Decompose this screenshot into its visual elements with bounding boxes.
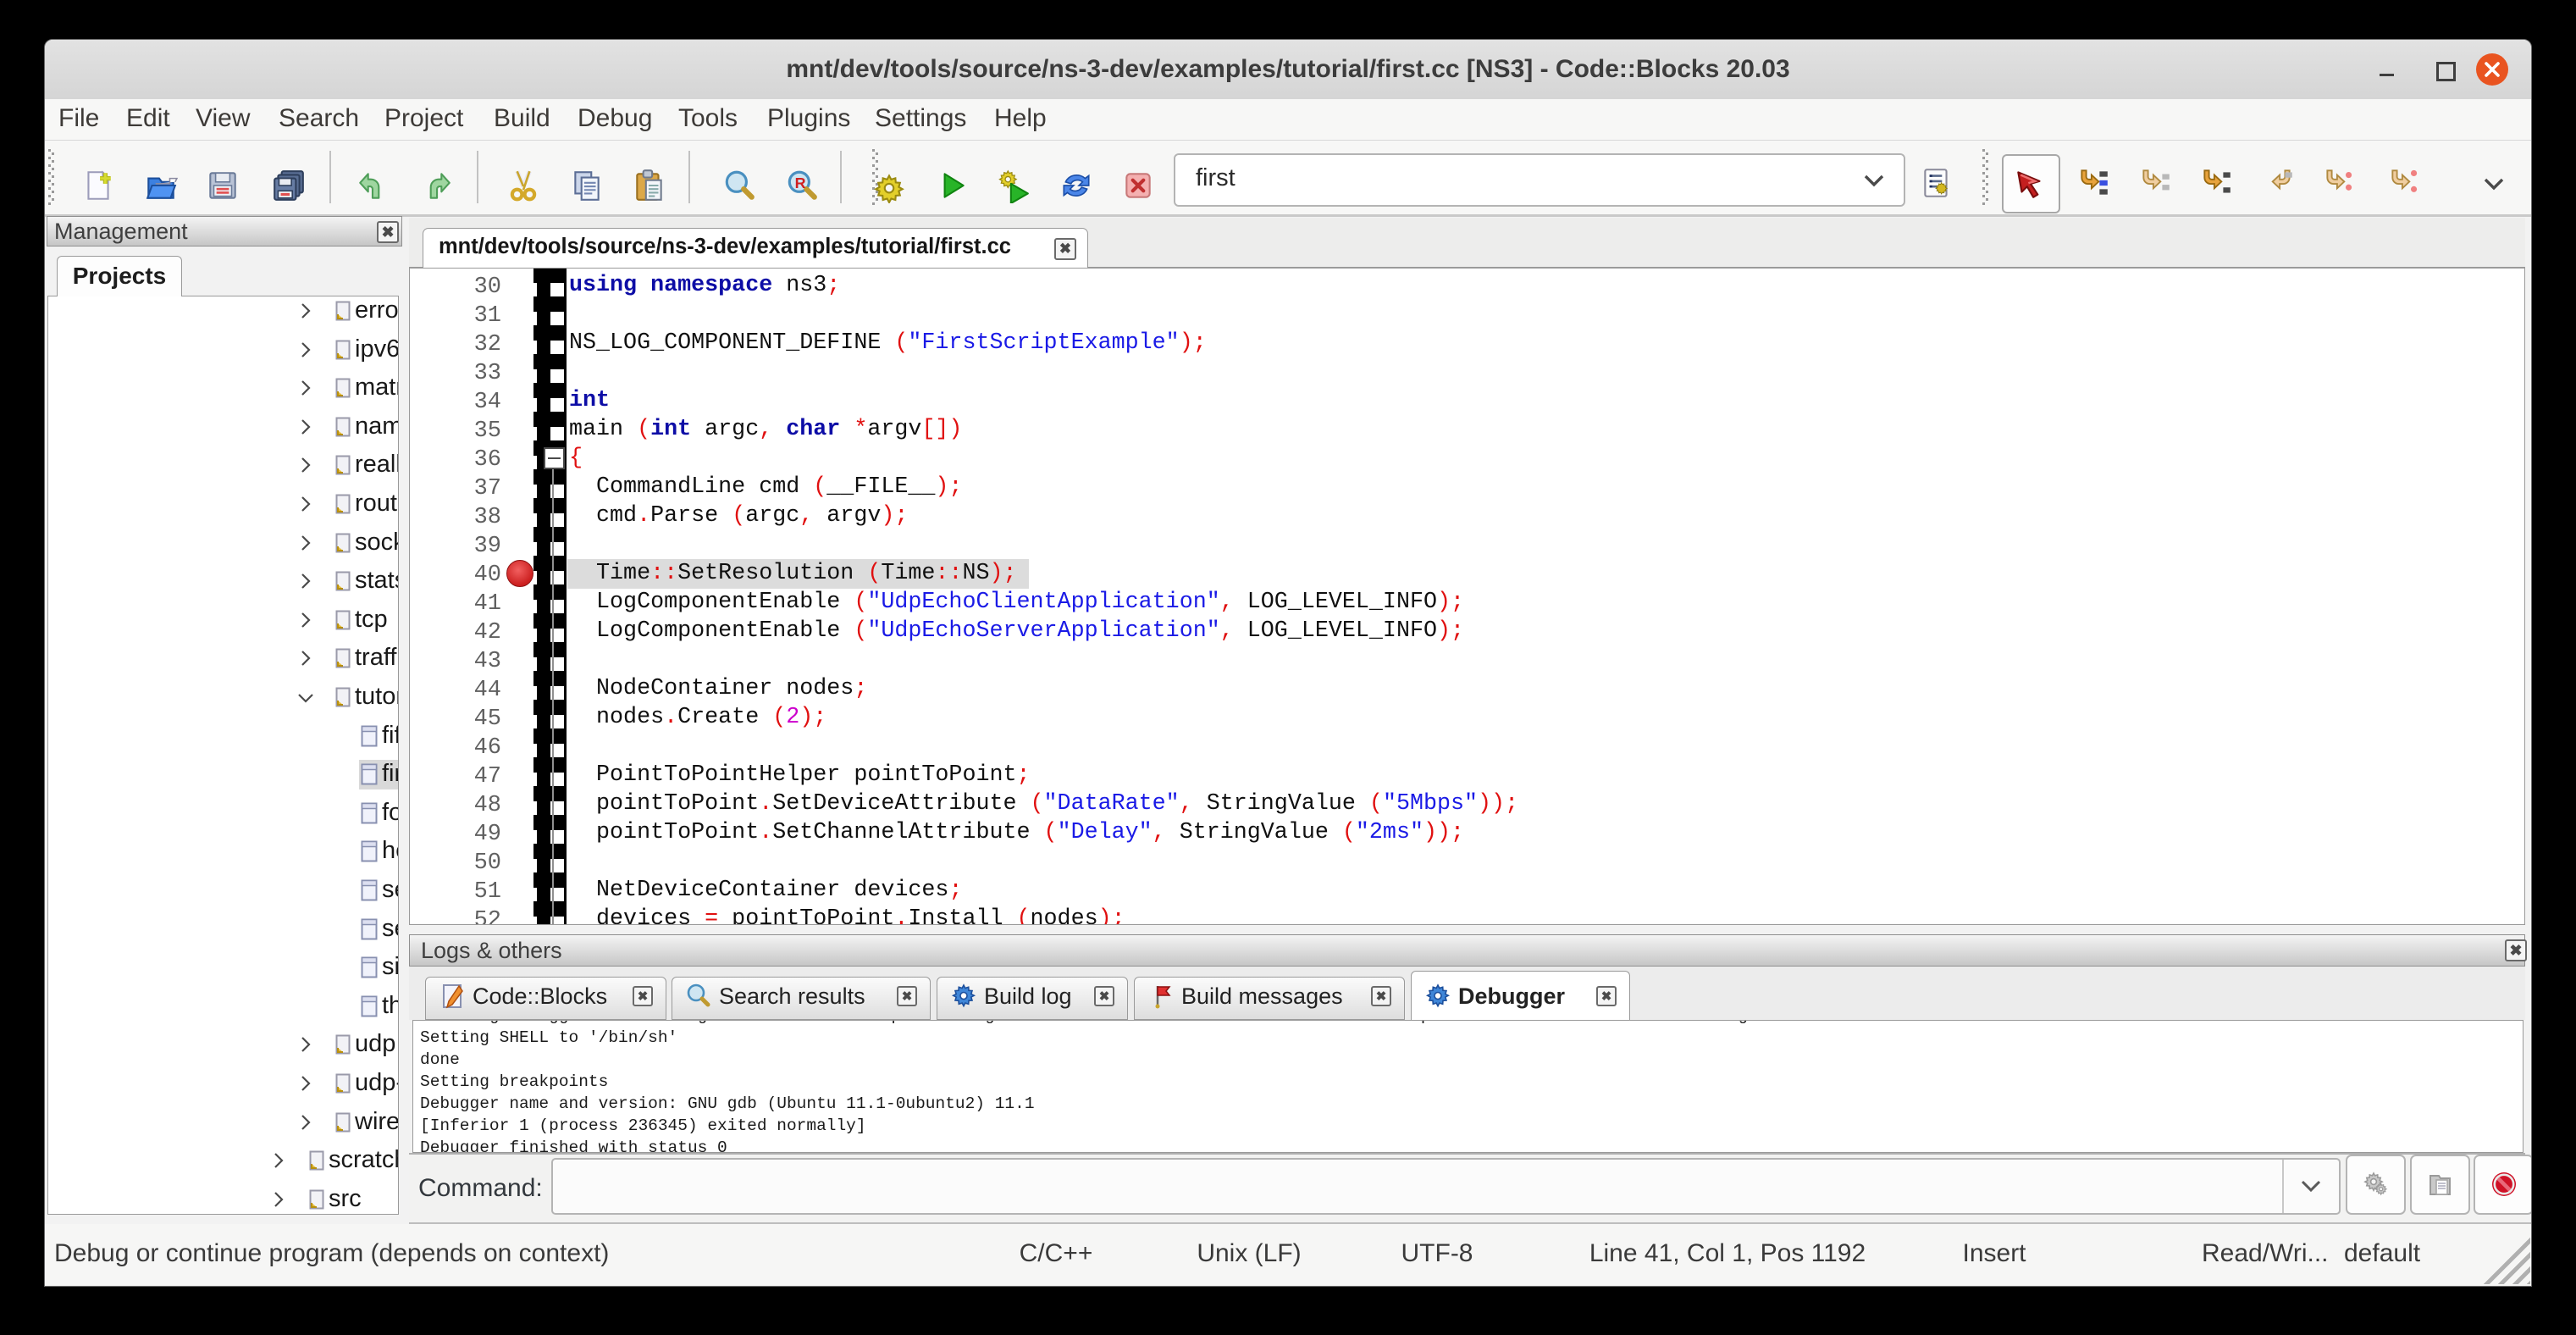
svg-text:R: R — [795, 174, 806, 191]
